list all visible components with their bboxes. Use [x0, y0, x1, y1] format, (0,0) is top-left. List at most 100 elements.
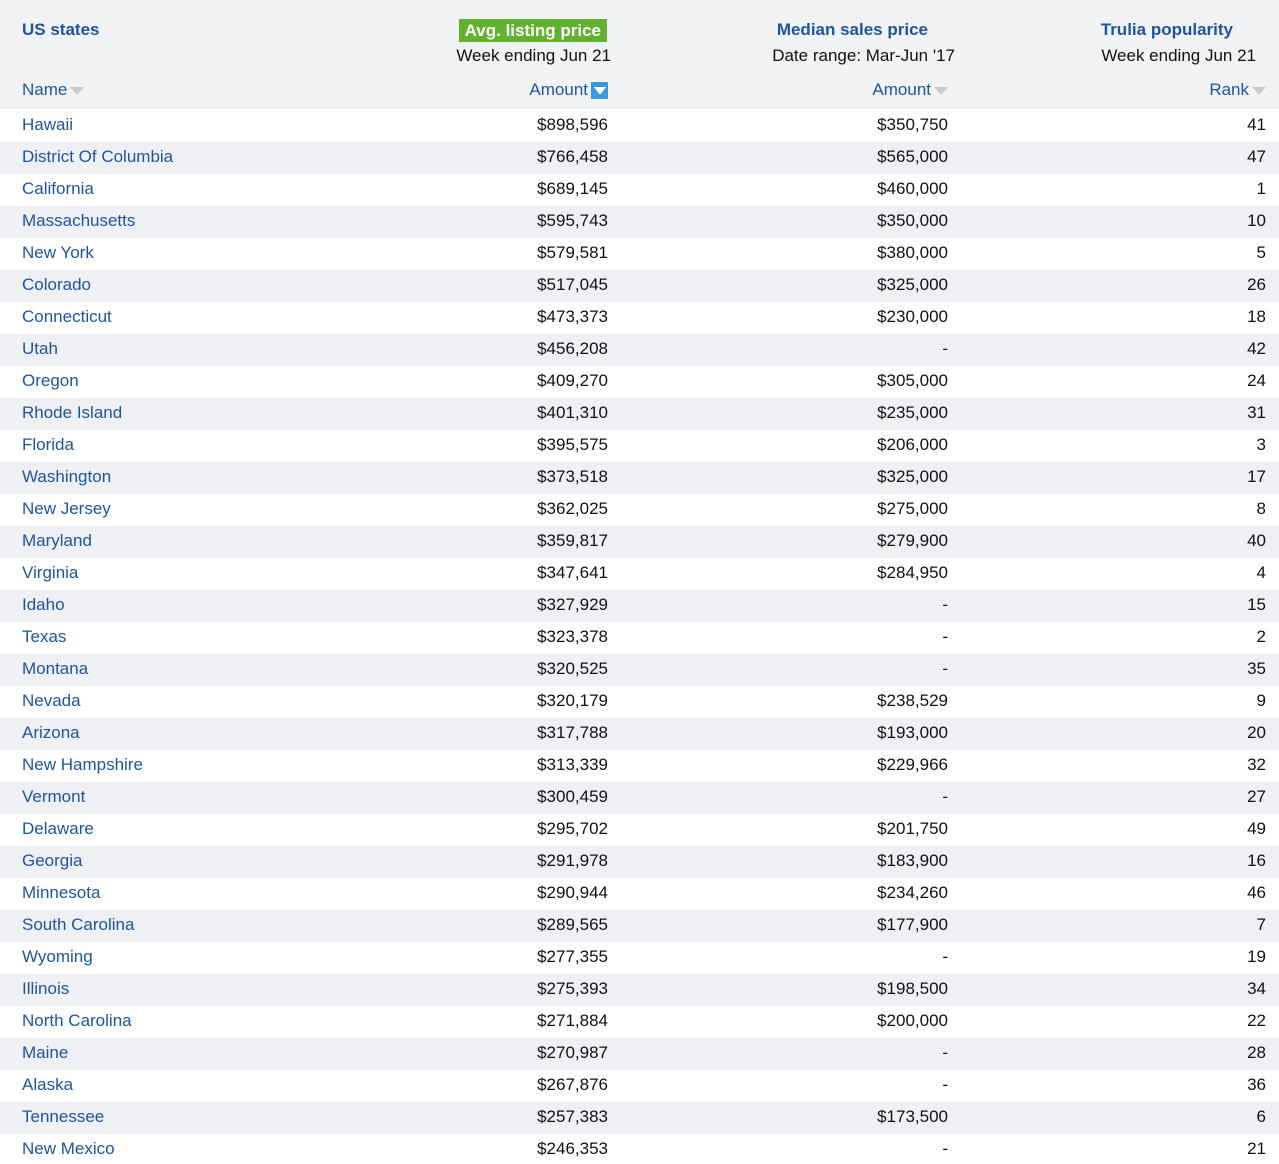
avg-title-cell: Avg. listing price	[458, 19, 607, 42]
state-name-link[interactable]: Washington	[22, 467, 111, 487]
popularity-rank-value: 32	[1247, 755, 1266, 774]
table-row: Delaware $295,702 $201,750 49	[0, 814, 1279, 846]
avg-listing-price-value: $517,045	[537, 275, 608, 294]
state-name-link[interactable]: District Of Columbia	[22, 147, 173, 167]
median-sales-price-value: $350,000	[877, 211, 948, 230]
popularity-rank-value: 31	[1247, 403, 1266, 422]
table-row: Virginia $347,641 $284,950 4	[0, 558, 1279, 590]
table-row: Maine $270,987 - 28	[0, 1038, 1279, 1070]
state-name-link[interactable]: Delaware	[22, 819, 94, 839]
popularity-rank-value: 35	[1247, 659, 1266, 678]
table-row: Minnesota $290,944 $234,260 46	[0, 878, 1279, 910]
popularity-rank-value: 24	[1247, 371, 1266, 390]
median-sales-price-value: $305,000	[877, 371, 948, 390]
table-row: Massachusetts $595,743 $350,000 10	[0, 206, 1279, 238]
table-row: Connecticut $473,373 $230,000 18	[0, 302, 1279, 334]
avg-listing-price-value: $327,929	[537, 595, 608, 614]
trulia-popularity-title[interactable]: Trulia popularity	[1101, 19, 1233, 41]
popularity-rank-value: 26	[1247, 275, 1266, 294]
median-sales-price-value: -	[942, 595, 948, 614]
state-name-link[interactable]: New Jersey	[22, 499, 111, 519]
median-sales-price-value: $279,900	[877, 531, 948, 550]
state-name-link[interactable]: California	[22, 179, 94, 199]
median-sales-price-value: $460,000	[877, 179, 948, 198]
median-amount-column-header[interactable]: Amount	[872, 79, 948, 101]
median-sales-price-value: $198,500	[877, 979, 948, 998]
avg-listing-price-value: $320,525	[537, 659, 608, 678]
state-name-link[interactable]: Massachusetts	[22, 211, 135, 231]
state-name-link[interactable]: Hawaii	[22, 115, 73, 135]
table-row: New Hampshire $313,339 $229,966 32	[0, 750, 1279, 782]
avg-listing-price-title[interactable]: Avg. listing price	[458, 19, 607, 42]
state-name-link[interactable]: Tennessee	[22, 1107, 104, 1127]
avg-listing-price-value: $898,596	[537, 115, 608, 134]
state-name-link[interactable]: Maryland	[22, 531, 92, 551]
avg-listing-price-value: $409,270	[537, 371, 608, 390]
avg-listing-price-value: $246,353	[537, 1139, 608, 1158]
avg-listing-price-value: $689,145	[537, 179, 608, 198]
popularity-rank-value: 20	[1247, 723, 1266, 742]
state-name-link[interactable]: Connecticut	[22, 307, 112, 327]
state-name-link[interactable]: Utah	[22, 339, 58, 359]
popularity-subtitle: Week ending Jun 21	[1101, 46, 1256, 65]
state-name-link[interactable]: Virginia	[22, 563, 78, 583]
sort-down-icon[interactable]	[70, 87, 85, 95]
popularity-rank-value: 19	[1247, 947, 1266, 966]
region-title-link[interactable]: US states	[22, 19, 99, 41]
popularity-rank-value: 4	[1256, 563, 1266, 582]
avg-amount-column-header[interactable]: Amount	[529, 79, 608, 101]
table-row: South Carolina $289,565 $177,900 7	[0, 910, 1279, 942]
state-name-link[interactable]: Illinois	[22, 979, 69, 999]
avg-listing-price-value: $317,788	[537, 723, 608, 742]
state-name-link[interactable]: Alaska	[22, 1075, 73, 1095]
popularity-rank-value: 46	[1247, 883, 1266, 902]
table-row: Texas $323,378 - 2	[0, 622, 1279, 654]
state-name-link[interactable]: Maine	[22, 1043, 68, 1063]
median-sales-price-value: -	[942, 627, 948, 646]
median-amount-label: Amount	[872, 80, 931, 99]
sort-down-icon[interactable]	[934, 87, 948, 95]
state-name-link[interactable]: Vermont	[22, 787, 85, 807]
popularity-rank-value: 5	[1256, 243, 1266, 262]
avg-listing-price-value: $401,310	[537, 403, 608, 422]
state-name-link[interactable]: North Carolina	[22, 1011, 132, 1031]
median-sales-price-value: $230,000	[877, 307, 948, 326]
table-row: Vermont $300,459 - 27	[0, 782, 1279, 814]
popularity-rank-value: 16	[1247, 851, 1266, 870]
median-sales-price-value: $193,000	[877, 723, 948, 742]
state-name-link[interactable]: New York	[22, 243, 94, 263]
state-name-link[interactable]: Wyoming	[22, 947, 93, 967]
name-column-header[interactable]: Name	[22, 79, 85, 101]
avg-listing-price-value: $320,179	[537, 691, 608, 710]
avg-listing-price-value: $323,378	[537, 627, 608, 646]
popularity-rank-value: 15	[1247, 595, 1266, 614]
median-sales-price-value: $200,000	[877, 1011, 948, 1030]
avg-listing-price-value: $595,743	[537, 211, 608, 230]
popularity-rank-value: 18	[1247, 307, 1266, 326]
rank-column-header[interactable]: Rank	[1209, 79, 1266, 101]
state-name-link[interactable]: Colorado	[22, 275, 91, 295]
state-name-link[interactable]: Rhode Island	[22, 403, 122, 423]
state-name-link[interactable]: Nevada	[22, 691, 81, 711]
popularity-rank-value: 27	[1247, 787, 1266, 806]
sort-active-down-icon[interactable]	[591, 81, 608, 99]
state-name-link[interactable]: Florida	[22, 435, 74, 455]
table-row: Washington $373,518 $325,000 17	[0, 462, 1279, 494]
state-name-link[interactable]: South Carolina	[22, 915, 134, 935]
popularity-rank-value: 47	[1247, 147, 1266, 166]
state-name-link[interactable]: Idaho	[22, 595, 65, 615]
state-name-link[interactable]: Minnesota	[22, 883, 100, 903]
table-row: Montana $320,525 - 35	[0, 654, 1279, 686]
state-name-link[interactable]: New Mexico	[22, 1139, 115, 1159]
state-name-link[interactable]: Montana	[22, 659, 88, 679]
sort-down-icon[interactable]	[1252, 87, 1266, 95]
state-name-link[interactable]: Arizona	[22, 723, 80, 743]
avg-listing-price-value: $313,339	[537, 755, 608, 774]
state-name-link[interactable]: Texas	[22, 627, 66, 647]
median-sales-price-title[interactable]: Median sales price	[777, 19, 928, 41]
state-name-link[interactable]: Oregon	[22, 371, 79, 391]
state-name-link[interactable]: New Hampshire	[22, 755, 143, 775]
state-name-link[interactable]: Georgia	[22, 851, 82, 871]
median-sales-price-value: -	[942, 1075, 948, 1094]
table-row: Oregon $409,270 $305,000 24	[0, 366, 1279, 398]
